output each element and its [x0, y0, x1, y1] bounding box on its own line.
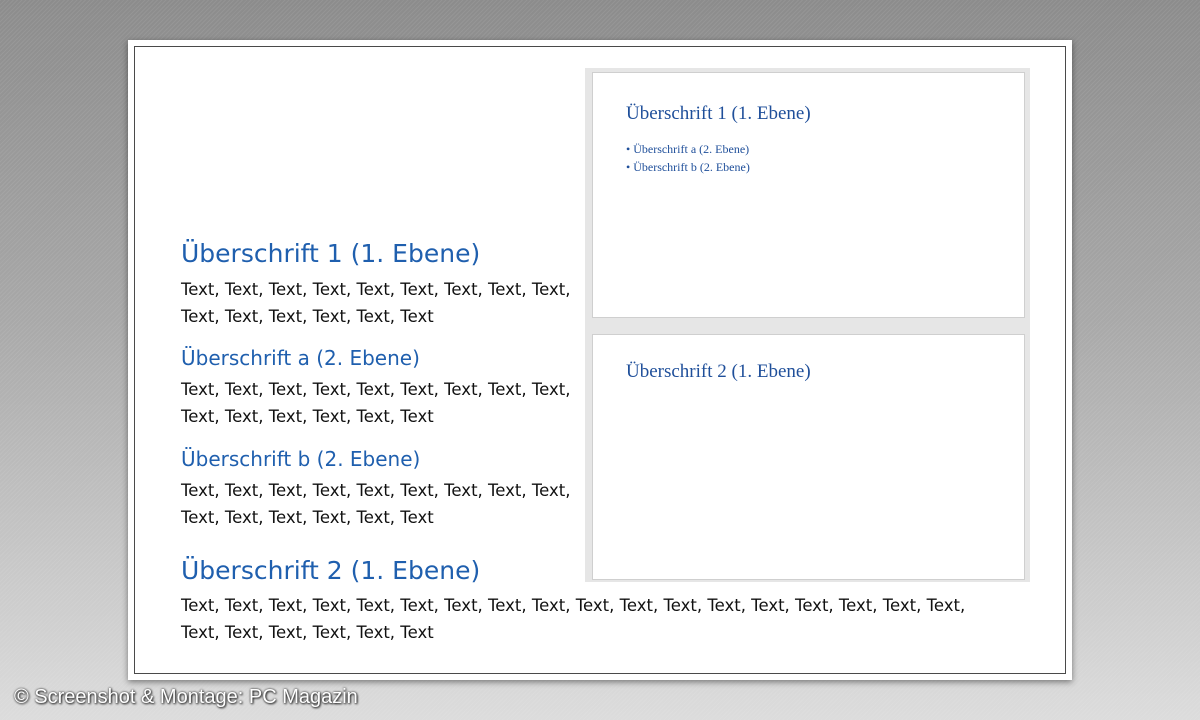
slide-1[interactable]: Überschrift 1 (1. Ebene) • Überschrift a… [592, 72, 1025, 318]
slide-title: Überschrift 2 (1. Ebene) [626, 361, 811, 382]
heading-level2: Überschrift a (2. Ebene) [181, 346, 420, 370]
body-text-line: Text, Text, Text, Text, Text, Text [181, 407, 434, 426]
body-text-line: Text, Text, Text, Text, Text, Text, Text… [181, 280, 571, 299]
slide-2[interactable]: Überschrift 2 (1. Ebene) [592, 334, 1025, 580]
body-text-line: Text, Text, Text, Text, Text, Text [181, 307, 434, 326]
slide-bullet: • Überschrift b (2. Ebene) [626, 160, 750, 174]
heading-level2: Überschrift b (2. Ebene) [181, 447, 421, 471]
slide-title: Überschrift 1 (1. Ebene) [626, 103, 811, 124]
body-text-line: Text, Text, Text, Text, Text, Text, Text… [181, 380, 571, 399]
image-credit: © Screenshot & Montage: PC Magazin [14, 686, 358, 708]
heading-level1: Überschrift 1 (1. Ebene) [181, 239, 481, 268]
slide-bullet: • Überschrift a (2. Ebene) [626, 142, 750, 156]
slide-bullet-list: • Überschrift a (2. Ebene) • Überschrift… [626, 140, 750, 176]
body-text-line: Text, Text, Text, Text, Text, Text, Text… [181, 481, 571, 500]
slides-preview-panel: Überschrift 1 (1. Ebene) • Überschrift a… [585, 68, 1030, 582]
body-text-line: Text, Text, Text, Text, Text, Text [181, 623, 434, 642]
body-text-line: Text, Text, Text, Text, Text, Text [181, 508, 434, 527]
body-text-line: Text, Text, Text, Text, Text, Text, Text… [181, 596, 966, 615]
heading-level1: Überschrift 2 (1. Ebene) [181, 556, 481, 585]
